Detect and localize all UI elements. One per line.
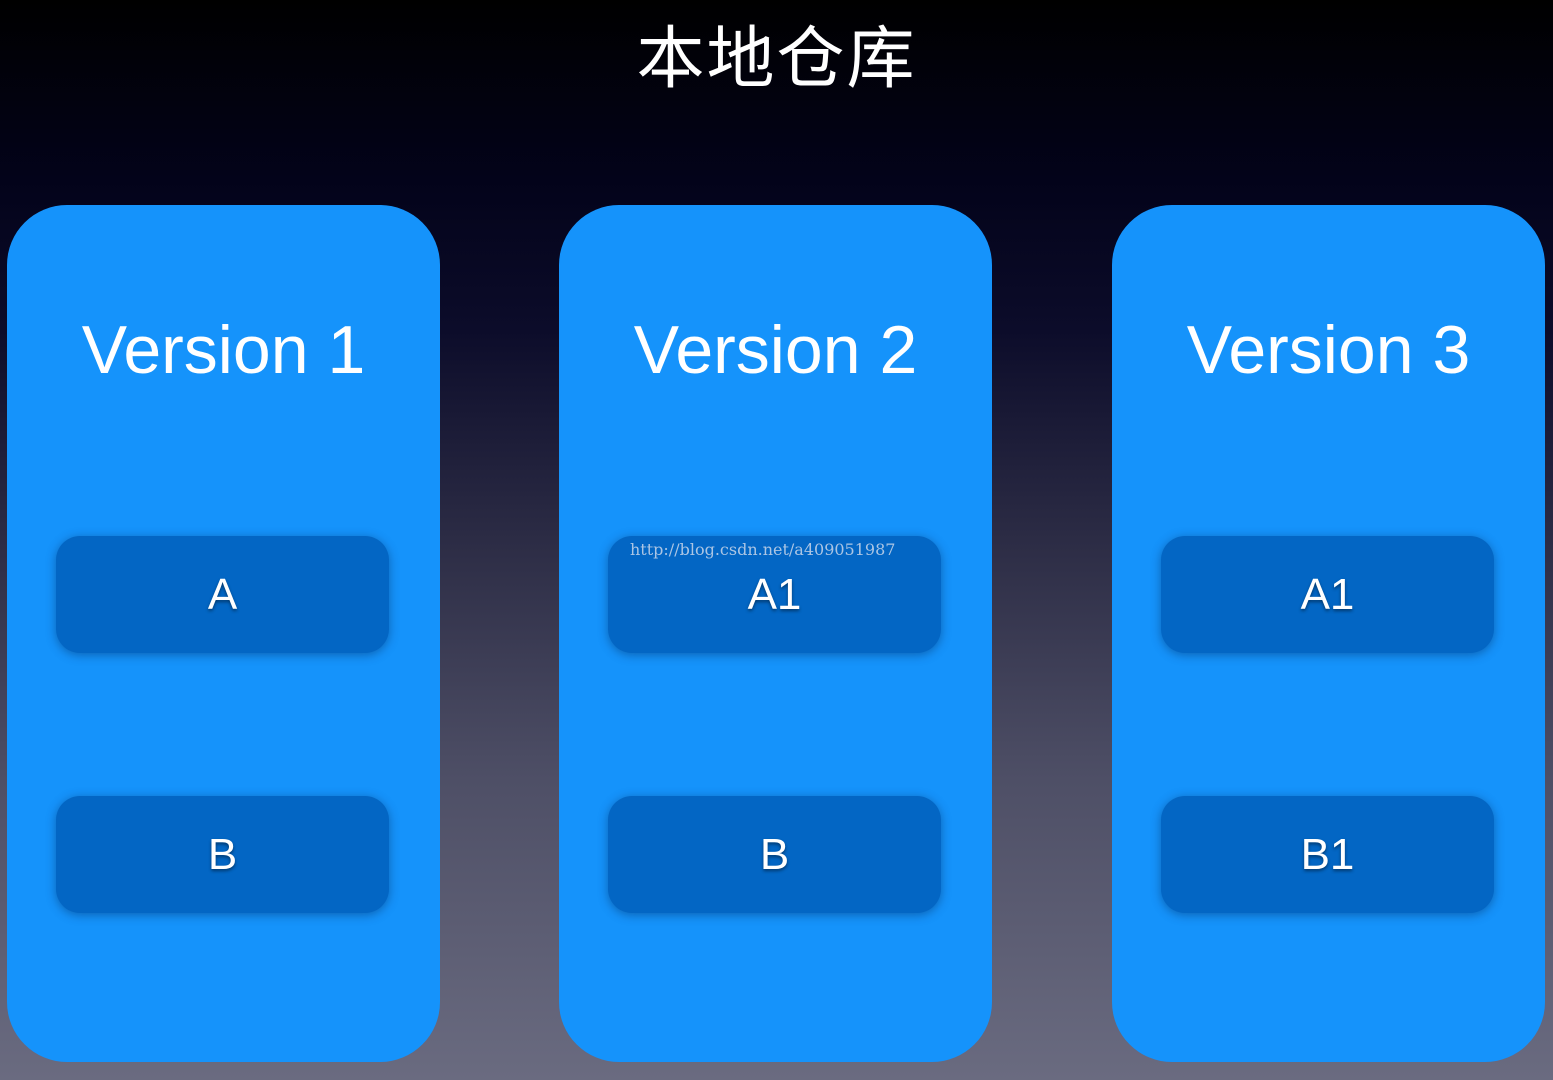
version-1-file-b: B	[56, 796, 389, 913]
version-1-file-a: A	[56, 536, 389, 653]
version-2-file-b: B	[608, 796, 941, 913]
version-1-label: Version 1	[81, 312, 366, 388]
version-2-label: Version 2	[633, 312, 918, 388]
version-3-label: Version 3	[1186, 312, 1471, 388]
version-1-column: Version 1 A B	[7, 205, 440, 1062]
watermark-text: http://blog.csdn.net/a409051987	[630, 540, 896, 559]
version-3-file-b: B1	[1161, 796, 1494, 913]
version-3-file-a: A1	[1161, 536, 1494, 653]
diagram-title: 本地仓库	[636, 20, 917, 99]
version-2-column: Version 2 A1 B	[559, 205, 992, 1062]
version-3-column: Version 3 A1 B1	[1112, 205, 1545, 1062]
